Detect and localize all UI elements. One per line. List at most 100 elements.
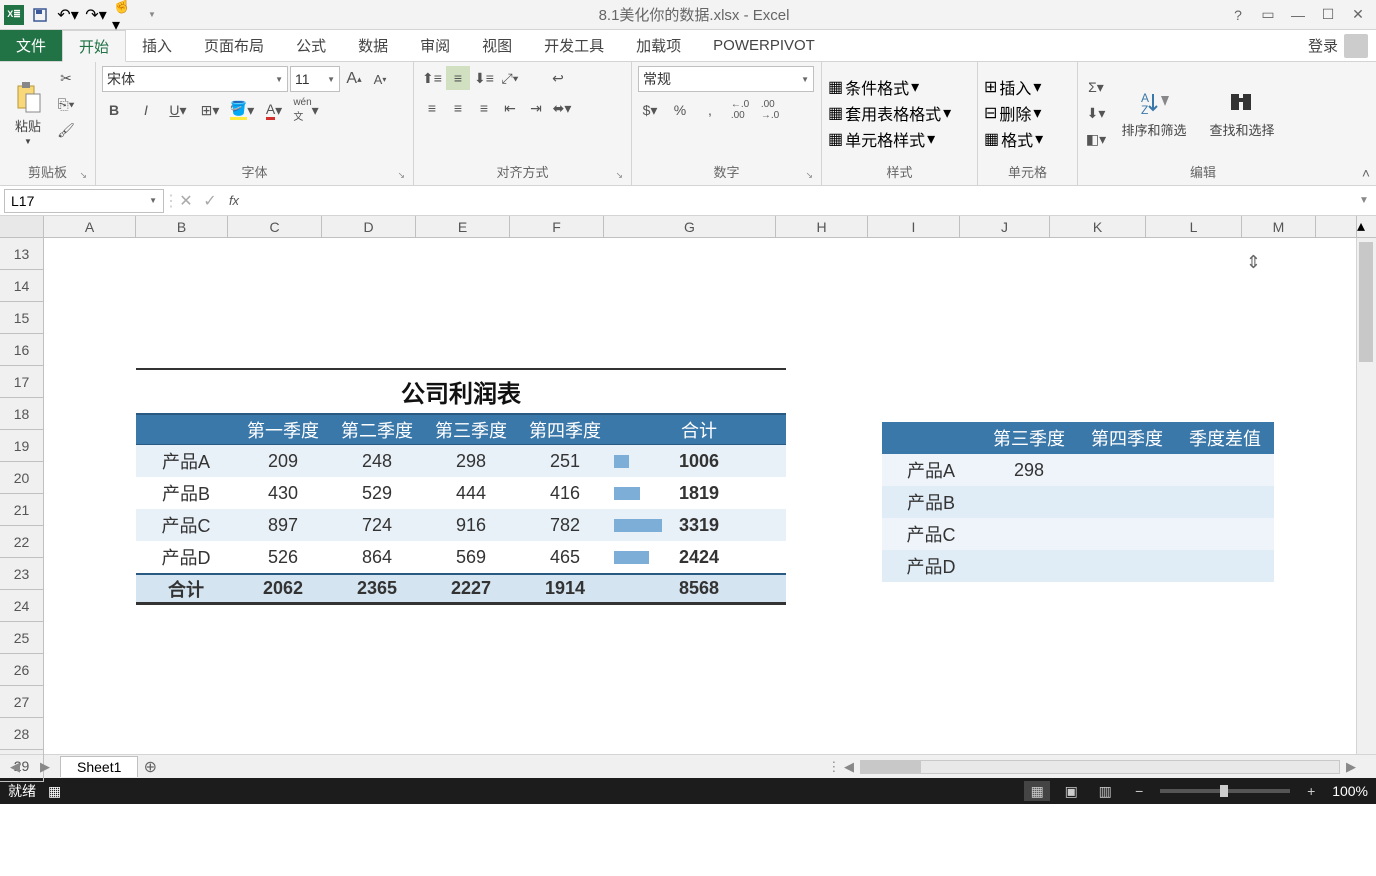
row-header-24[interactable]: 24 [0, 590, 44, 622]
sheet-nav-prev[interactable]: ◀ [0, 759, 30, 775]
formula-input[interactable] [246, 189, 1352, 213]
decrease-decimal-button[interactable]: .00→.0 [758, 98, 782, 122]
tab-view[interactable]: 视图 [466, 30, 528, 61]
col-header-J[interactable]: J [960, 216, 1050, 237]
col-header-A[interactable]: A [44, 216, 136, 237]
col-header-L[interactable]: L [1146, 216, 1242, 237]
italic-button[interactable]: I [134, 98, 158, 122]
login-link[interactable]: 登录 [1308, 35, 1338, 56]
tab-review[interactable]: 审阅 [404, 30, 466, 61]
align-middle-button[interactable]: ≡ [446, 66, 470, 90]
alignment-launcher[interactable]: ↘ [615, 170, 623, 181]
row-header-21[interactable]: 21 [0, 494, 44, 526]
zoom-level[interactable]: 100% [1332, 783, 1368, 799]
bold-button[interactable]: B [102, 98, 126, 122]
name-box[interactable]: L17▼ [4, 189, 164, 213]
page-break-view-button[interactable]: ▥ [1092, 781, 1118, 801]
tab-insert[interactable]: 插入 [126, 30, 188, 61]
increase-font-button[interactable]: A▴ [342, 67, 366, 91]
avatar-icon[interactable] [1344, 34, 1368, 58]
col-header-M[interactable]: M [1242, 216, 1316, 237]
format-as-table-button[interactable]: ▦ 套用表格格式▾ [828, 101, 971, 125]
tab-addins[interactable]: 加载项 [620, 30, 697, 61]
insert-function-button[interactable]: fx [222, 189, 246, 213]
row-header-14[interactable]: 14 [0, 270, 44, 302]
font-color-button[interactable]: A▾ [262, 98, 286, 122]
font-size-combo[interactable]: 11▼ [290, 66, 340, 92]
orientation-button[interactable]: ⤢▾ [498, 66, 522, 90]
sort-filter-button[interactable]: AZ 排序和筛选 [1112, 66, 1196, 160]
format-cells-button[interactable]: ▦ 格式▾ [984, 127, 1071, 151]
col-header-F[interactable]: F [510, 216, 604, 237]
tab-formulas[interactable]: 公式 [280, 30, 342, 61]
paste-button[interactable]: 粘贴▼ [6, 66, 50, 160]
increase-indent-button[interactable]: ⇥ [524, 96, 548, 120]
autosum-button[interactable]: Σ▾ [1084, 75, 1108, 99]
collapse-ribbon-button[interactable]: ˄ [1362, 165, 1370, 181]
vscroll-thumb[interactable] [1359, 242, 1373, 362]
col-header-I[interactable]: I [868, 216, 960, 237]
comma-button[interactable]: , [698, 98, 722, 122]
phonetic-button[interactable]: wén文▾ [294, 98, 318, 122]
qat-customize[interactable]: ▼ [140, 3, 164, 27]
tab-layout[interactable]: 页面布局 [188, 30, 280, 61]
zoom-out-button[interactable]: − [1126, 781, 1152, 801]
hscroll-thumb[interactable] [861, 761, 921, 773]
row-header-26[interactable]: 26 [0, 654, 44, 686]
align-bottom-button[interactable]: ⬇≡ [472, 66, 496, 90]
zoom-thumb[interactable] [1220, 785, 1228, 797]
row-header-13[interactable]: 13 [0, 238, 44, 270]
increase-decimal-button[interactable]: ←.0.00 [728, 98, 752, 122]
row-header-19[interactable]: 19 [0, 430, 44, 462]
cut-button[interactable]: ✂ [54, 66, 78, 90]
ribbon-display-button[interactable]: ▭ [1254, 3, 1282, 27]
row-header-20[interactable]: 20 [0, 462, 44, 494]
align-left-button[interactable]: ≡ [420, 96, 444, 120]
conditional-format-button[interactable]: ▦ 条件格式▾ [828, 75, 971, 99]
row-header-28[interactable]: 28 [0, 718, 44, 750]
tab-home[interactable]: 开始 [62, 30, 126, 62]
fill-color-button[interactable]: 🪣▾ [230, 98, 254, 122]
row-header-23[interactable]: 23 [0, 558, 44, 590]
wrap-text-button[interactable]: ↩ [546, 66, 570, 90]
clipboard-launcher[interactable]: ↘ [79, 170, 87, 181]
cells-area[interactable]: 公司利润表 第一季度第二季度第三季度第四季度合计 产品A209248298251… [44, 238, 1356, 754]
macro-record-icon[interactable]: ▦ [48, 783, 61, 800]
redo-button[interactable]: ↷▾ [84, 3, 108, 27]
save-button[interactable] [28, 3, 52, 27]
number-format-combo[interactable]: 常规▼ [638, 66, 814, 92]
font-launcher[interactable]: ↘ [397, 170, 405, 181]
col-header-H[interactable]: H [776, 216, 868, 237]
underline-button[interactable]: U▾ [166, 98, 190, 122]
sheet-nav-next[interactable]: ▶ [30, 759, 60, 775]
accounting-format-button[interactable]: $▾ [638, 98, 662, 122]
copy-button[interactable]: ⎘▾ [54, 92, 78, 116]
close-button[interactable]: ✕ [1344, 3, 1372, 27]
fill-button[interactable]: ⬇▾ [1084, 101, 1108, 125]
undo-button[interactable]: ↶▾ [56, 3, 80, 27]
row-header-18[interactable]: 18 [0, 398, 44, 430]
row-header-15[interactable]: 15 [0, 302, 44, 334]
normal-view-button[interactable]: ▦ [1024, 781, 1050, 801]
cancel-formula-button[interactable]: ✕ [174, 189, 198, 213]
align-right-button[interactable]: ≡ [472, 96, 496, 120]
minimize-button[interactable]: — [1284, 3, 1312, 27]
vscroll-up-button[interactable]: ▴ [1356, 216, 1376, 237]
maximize-button[interactable]: ☐ [1314, 3, 1342, 27]
enter-formula-button[interactable]: ✓ [198, 189, 222, 213]
expand-formula-bar[interactable]: ▼ [1352, 189, 1376, 213]
border-button[interactable]: ⊞▾ [198, 98, 222, 122]
align-top-button[interactable]: ⬆≡ [420, 66, 444, 90]
tab-powerpivot[interactable]: POWERPIVOT [697, 30, 831, 61]
col-header-D[interactable]: D [322, 216, 416, 237]
row-header-27[interactable]: 27 [0, 686, 44, 718]
sheet-tab[interactable]: Sheet1 [60, 756, 138, 777]
col-header-C[interactable]: C [228, 216, 322, 237]
add-sheet-button[interactable]: ⊕ [138, 757, 162, 777]
row-header-16[interactable]: 16 [0, 334, 44, 366]
percent-button[interactable]: % [668, 98, 692, 122]
number-launcher[interactable]: ↘ [805, 170, 813, 181]
align-center-button[interactable]: ≡ [446, 96, 470, 120]
row-header-17[interactable]: 17 [0, 366, 44, 398]
horizontal-scrollbar[interactable] [860, 760, 1340, 774]
